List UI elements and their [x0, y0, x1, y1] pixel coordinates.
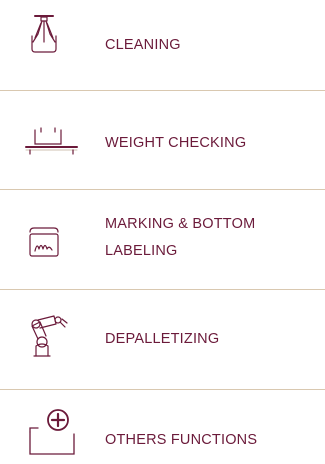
function-label-weight-checking: WEIGHT CHECKING [105, 135, 247, 151]
function-item-weight-checking[interactable]: WEIGHT CHECKING [0, 91, 325, 189]
function-item-depalletizing[interactable]: DEPALLETIZING [0, 290, 325, 389]
function-label-marking-line1: MARKING & BOTTOM [105, 216, 256, 232]
weighing-scale-icon [21, 118, 81, 158]
function-item-cleaning[interactable]: CLEANING [0, 0, 325, 90]
function-item-others[interactable]: OTHERS FUNCTIONS [0, 390, 325, 464]
marking-label-icon [24, 220, 64, 260]
plus-circle-icon [28, 408, 76, 456]
function-label-cleaning: CLEANING [105, 37, 181, 53]
function-item-marking-labeling[interactable]: MARKING & BOTTOM LABELING [0, 190, 325, 289]
cleaning-nozzle-icon [24, 14, 64, 54]
function-label-depalletizing: DEPALLETIZING [105, 331, 220, 347]
function-label-others: OTHERS FUNCTIONS [105, 432, 258, 448]
robot-arm-icon [24, 312, 70, 360]
functions-list: CLEANING WEIGHT CHECKING MARKING & BOTTO… [0, 0, 325, 464]
function-label-marking-line2: LABELING [105, 243, 178, 259]
